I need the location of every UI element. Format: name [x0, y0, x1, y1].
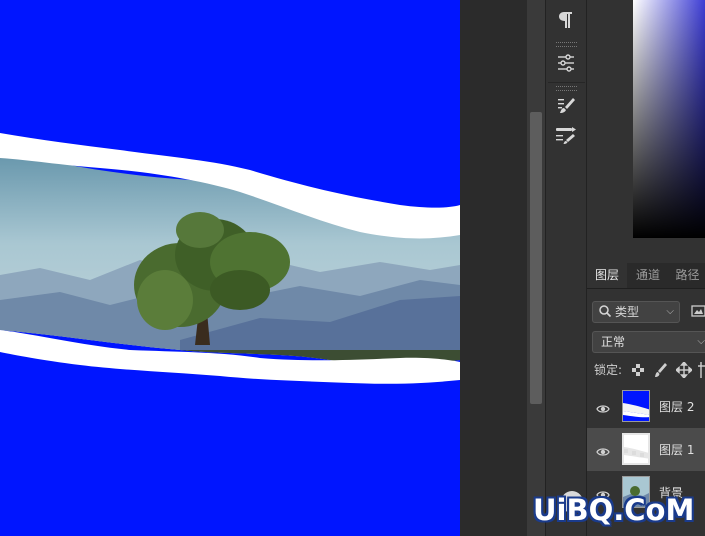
adjustments-icon[interactable]: [550, 49, 582, 77]
color-picker-field[interactable]: [633, 0, 705, 238]
tab-channels[interactable]: 通道: [629, 263, 667, 288]
panel-icon-strip: [545, 0, 587, 536]
blend-mode-select[interactable]: 正常 ⌵: [592, 331, 705, 353]
eye-icon[interactable]: [596, 443, 610, 462]
layer-name[interactable]: 图层 1: [659, 441, 694, 458]
right-panel: 图层 通道 路径 类型 ⌵ 正常 ⌵ 锁定: 图层 2 图层 1 背景: [586, 0, 705, 536]
lock-label: 锁定:: [594, 363, 623, 377]
layers-panel-tabs: 图层 通道 路径: [587, 263, 705, 289]
layer-row[interactable]: 图层 2: [587, 385, 705, 428]
lock-image-pixels-icon[interactable]: [654, 362, 668, 385]
tab-layers[interactable]: 图层: [587, 263, 627, 288]
canvas-gutter: [460, 0, 527, 536]
canvas-artwork: [0, 133, 460, 384]
document-canvas[interactable]: [0, 0, 460, 536]
lock-row: 锁定:: [587, 359, 705, 381]
scrollbar-thumb[interactable]: [530, 112, 542, 404]
paragraph-icon[interactable]: [550, 6, 582, 34]
lock-artboard-icon[interactable]: [698, 362, 705, 385]
tool-presets-icon[interactable]: [550, 121, 582, 149]
search-icon: [598, 303, 612, 325]
filter-kind-label: 类型: [615, 305, 640, 319]
lock-position-icon[interactable]: [674, 360, 694, 385]
blend-mode-label: 正常: [601, 335, 626, 349]
watermark-text: UiBQ.CoM: [533, 493, 695, 527]
layer-thumbnail: [622, 433, 650, 465]
toolstrip-divider: [548, 82, 585, 83]
layer-name[interactable]: 图层 2: [659, 398, 694, 415]
panel-grip[interactable]: [556, 42, 577, 47]
chevron-down-icon: ⌵: [666, 306, 674, 317]
layer-thumbnail: [622, 390, 650, 422]
eye-icon[interactable]: [596, 400, 610, 419]
panel-grip[interactable]: [556, 86, 577, 91]
layer-row[interactable]: 图层 1: [587, 428, 705, 471]
lock-transparent-pixels-icon[interactable]: [631, 362, 645, 384]
chevron-down-icon: ⌵: [697, 336, 705, 347]
brush-presets-icon[interactable]: [550, 92, 582, 120]
layer-filter-select[interactable]: 类型 ⌵: [592, 301, 680, 323]
vertical-scrollbar[interactable]: [527, 0, 545, 536]
image-filter-icon[interactable]: [691, 302, 705, 320]
tab-paths[interactable]: 路径: [669, 263, 705, 288]
